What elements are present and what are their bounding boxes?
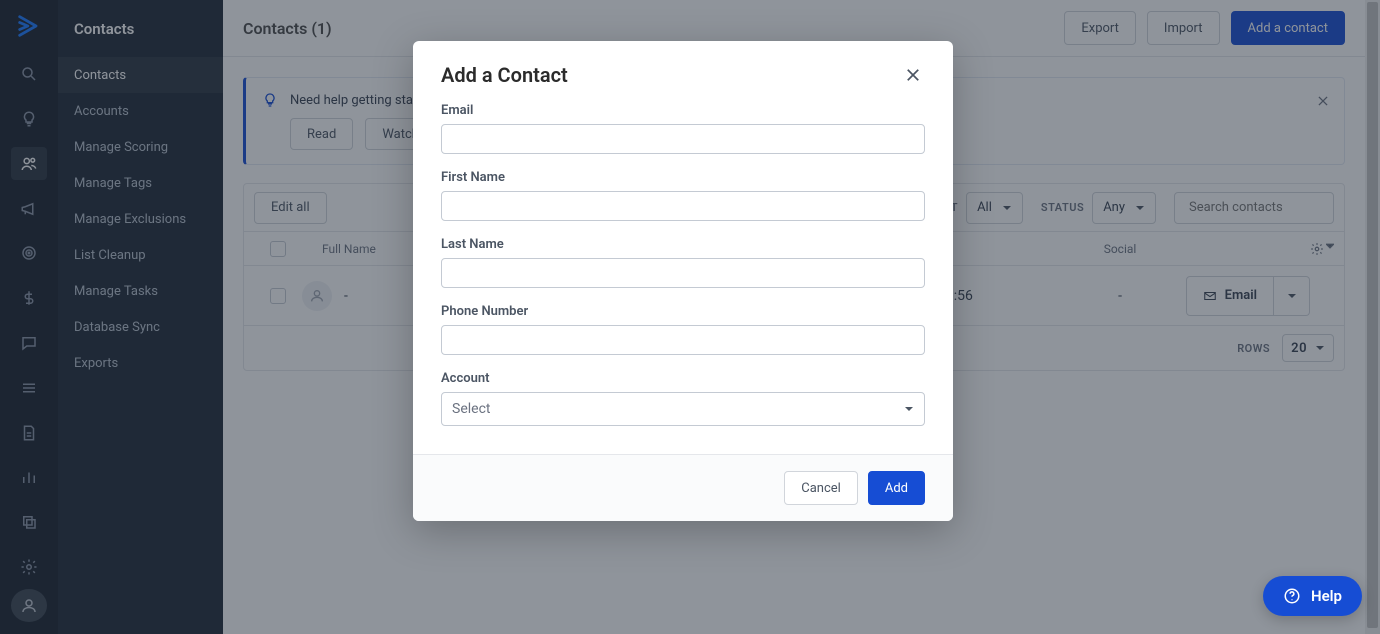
modal-title: Add a Contact	[441, 63, 568, 87]
chevron-down-icon	[904, 404, 914, 414]
phone-input[interactable]	[441, 325, 925, 355]
help-icon	[1283, 587, 1301, 605]
account-select-value: Select	[452, 401, 490, 417]
first-name-input[interactable]	[441, 191, 925, 221]
email-input[interactable]	[441, 124, 925, 154]
last-name-input[interactable]	[441, 258, 925, 288]
account-label: Account	[441, 371, 925, 386]
modal-close-button[interactable]	[901, 63, 925, 87]
modal-cancel-button[interactable]: Cancel	[784, 471, 858, 505]
help-fab-label: Help	[1311, 587, 1342, 605]
phone-label: Phone Number	[441, 304, 925, 319]
modal-add-button[interactable]: Add	[868, 471, 925, 505]
add-contact-modal: Add a Contact Email First Name Last Name…	[413, 41, 953, 521]
close-icon	[904, 66, 922, 84]
email-label: Email	[441, 103, 925, 118]
help-fab[interactable]: Help	[1263, 576, 1362, 616]
account-select[interactable]: Select	[441, 392, 925, 426]
first-name-label: First Name	[441, 170, 925, 185]
last-name-label: Last Name	[441, 237, 925, 252]
